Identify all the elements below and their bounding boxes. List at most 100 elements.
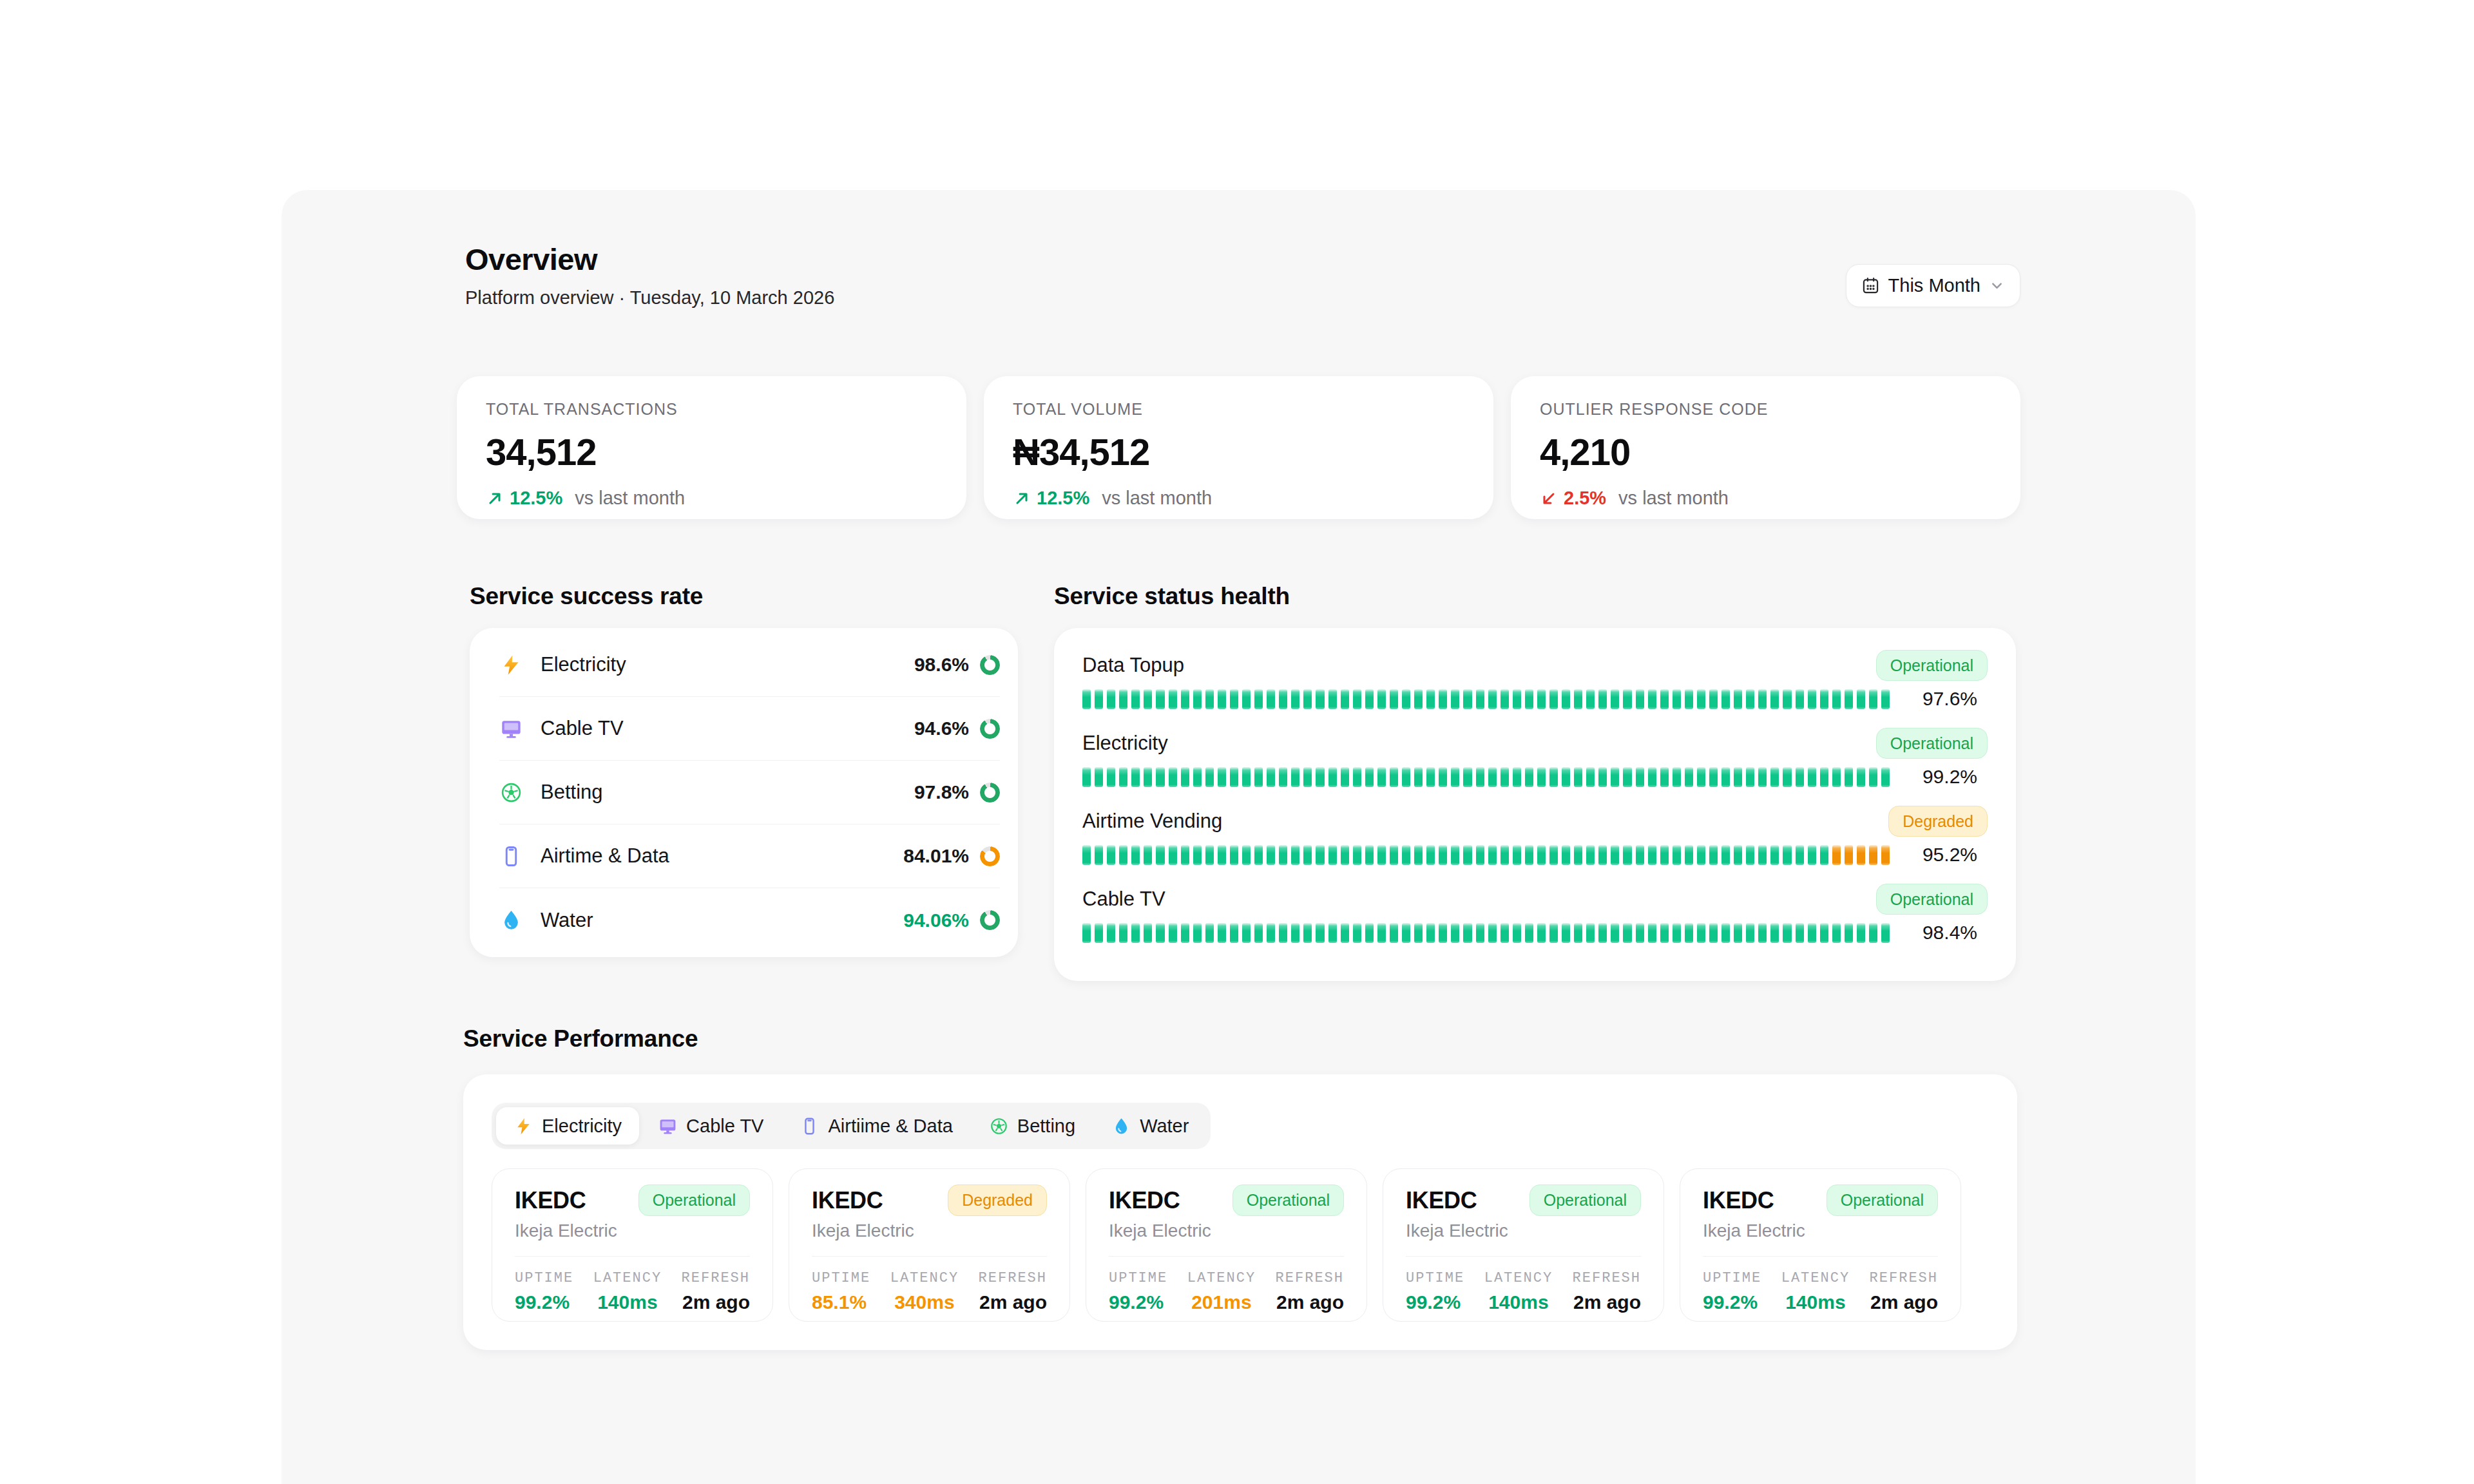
tab-airtiime-data[interactable]: Airtiime & Data — [782, 1107, 970, 1145]
bar-segment — [1218, 689, 1226, 709]
bar-segment — [1697, 767, 1705, 787]
bar-segment — [1857, 845, 1865, 865]
bar-segment — [1414, 845, 1423, 865]
bar-segment — [1279, 689, 1287, 709]
bar-segment — [1537, 767, 1546, 787]
bar-segment — [1586, 845, 1595, 865]
bar-segment — [1291, 923, 1299, 943]
bar-segment — [1562, 767, 1570, 787]
bar-segment — [1783, 845, 1791, 865]
stat-value: 34,512 — [486, 433, 937, 471]
performance-tabs: Electricity Cable TVAirtiime & Data Bettin… — [492, 1103, 1211, 1149]
bar-segment — [1562, 845, 1570, 865]
stat-label: TOTAL VOLUME — [1013, 401, 1464, 417]
refresh-value: 2m ago — [1573, 1293, 1641, 1312]
tab-label: Betting — [1017, 1116, 1075, 1137]
bar-segment — [1783, 923, 1791, 943]
bar-segment — [1082, 845, 1091, 865]
bar-segment — [1881, 845, 1890, 865]
success-rate-row-betting: Betting97.8% — [499, 761, 1000, 824]
bar-segment — [1685, 767, 1693, 787]
bar-segment — [1303, 923, 1312, 943]
service-percent: 94.6% — [914, 718, 969, 739]
bar-segment — [1156, 689, 1164, 709]
delta-percent: 12.5% — [1037, 489, 1089, 508]
status-badge: Degraded — [1888, 806, 1988, 837]
stat-delta: 2.5%vs last month — [1540, 489, 1991, 508]
provider-name: IKEDC — [1703, 1189, 1774, 1212]
bar-segment — [1636, 923, 1644, 943]
bar-segment — [1611, 767, 1619, 787]
bar-segment — [1181, 845, 1189, 865]
provider-subtitle: Ikeja Electric — [1703, 1222, 1938, 1240]
bar-segment — [1513, 923, 1521, 943]
refresh-value: 2m ago — [1276, 1293, 1344, 1312]
tab-electricity[interactable]: Electricity — [496, 1107, 639, 1145]
bar-segment — [1488, 923, 1497, 943]
bar-segment — [1205, 689, 1214, 709]
latency-value: 340ms — [894, 1293, 954, 1312]
bar-segment — [1796, 767, 1804, 787]
bar-segment — [1095, 689, 1103, 709]
bar-segment — [1463, 845, 1472, 865]
bar-segment — [1611, 923, 1619, 943]
tab-water[interactable]: Water — [1094, 1107, 1206, 1145]
bar-segment — [1377, 767, 1386, 787]
tab-label: Electricity — [542, 1116, 622, 1137]
divider — [1109, 1256, 1344, 1257]
tab-betting[interactable]: Betting — [972, 1107, 1093, 1145]
bar-segment — [1402, 767, 1410, 787]
bar-segment — [1525, 767, 1533, 787]
bar-segment — [1316, 845, 1324, 865]
bar-segment — [1746, 689, 1754, 709]
bar-segment — [1230, 689, 1238, 709]
bar-segment — [1501, 845, 1509, 865]
bar-segment — [1267, 767, 1275, 787]
divider — [515, 1256, 750, 1257]
bar-segment — [1193, 689, 1202, 709]
bar-segment — [1796, 845, 1804, 865]
bar-segment — [1390, 767, 1398, 787]
bar-segment — [1390, 923, 1398, 943]
provider-status-badge: Operational — [1232, 1184, 1344, 1216]
bar-segment — [1697, 845, 1705, 865]
service-label: Betting — [541, 781, 603, 804]
bar-segment — [1783, 767, 1791, 787]
provider-status-badge: Operational — [638, 1184, 750, 1216]
stat-delta: 12.5%vs last month — [1013, 489, 1464, 508]
bar-segment — [1721, 845, 1730, 865]
bar-segment — [1131, 845, 1140, 865]
status-bar — [1082, 845, 1890, 865]
bar-segment — [1648, 689, 1656, 709]
performance-cards-row: IKEDCOperationalIkeja ElectricUPTIME99.2… — [492, 1168, 1989, 1322]
bar-segment — [1451, 767, 1459, 787]
bar-segment — [1881, 923, 1890, 943]
water-icon — [499, 908, 523, 932]
bar-segment — [1734, 923, 1742, 943]
provider-subtitle: Ikeja Electric — [812, 1222, 1047, 1240]
bar-segment — [1623, 845, 1631, 865]
bar-segment — [1291, 845, 1299, 865]
bar-segment — [1426, 689, 1435, 709]
bar-segment — [1562, 923, 1570, 943]
bar-segment — [1673, 689, 1681, 709]
bar-segment — [1549, 845, 1558, 865]
bar-segment — [1144, 923, 1152, 943]
success-rate-card: Electricity98.6%Cable TV94.6%Betting97.8… — [470, 628, 1018, 957]
bar-segment — [1402, 689, 1410, 709]
bar-segment — [1660, 923, 1669, 943]
bar-segment — [1660, 689, 1669, 709]
status-bar — [1082, 923, 1890, 943]
period-selector[interactable]: This Month — [1846, 264, 2020, 307]
bar-segment — [1770, 845, 1779, 865]
bar-segment — [1488, 767, 1497, 787]
bar-segment — [1598, 689, 1607, 709]
tab-cable-tv[interactable]: Cable TV — [640, 1107, 781, 1145]
bar-segment — [1549, 767, 1558, 787]
status-block-data-topup: Data TopupOperational97.6% — [1082, 651, 1988, 710]
bar-segment — [1144, 689, 1152, 709]
bar-segment — [1279, 767, 1287, 787]
latency-label: LATENCY — [1781, 1271, 1850, 1286]
bar-segment — [1254, 845, 1263, 865]
bar-segment — [1377, 923, 1386, 943]
